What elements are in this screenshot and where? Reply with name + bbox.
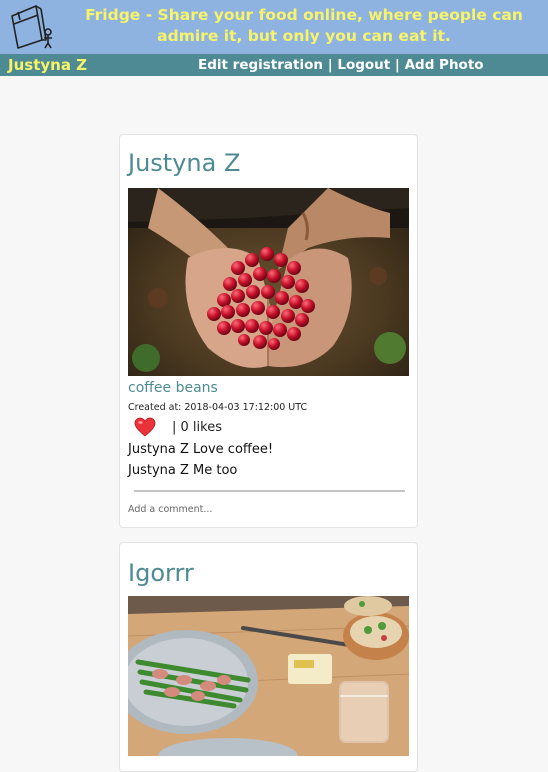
logout-link[interactable]: Logout <box>337 57 390 73</box>
post-photo[interactable] <box>128 188 409 376</box>
nav-separator: | <box>323 57 338 73</box>
likes-row: | 0 likes <box>134 417 222 437</box>
comment-divider <box>134 490 405 492</box>
heart-icon[interactable] <box>134 417 156 437</box>
comment-item: Justyna Z Love coffee! <box>128 442 274 457</box>
post-card: Igorrr <box>119 542 418 772</box>
nav-separator: | <box>390 57 405 73</box>
photo-caption-link[interactable]: coffee beans <box>128 380 218 396</box>
post-author[interactable]: Igorrr <box>128 559 194 587</box>
comment-item: Justyna Z Me too <box>128 463 238 478</box>
site-header: Fridge - Share your food online, where p… <box>0 0 548 54</box>
add-comment-input[interactable] <box>128 500 398 518</box>
likes-count: | 0 likes <box>172 419 222 435</box>
current-user-link[interactable]: Justyna Z <box>8 56 87 74</box>
fridge-icon[interactable] <box>8 2 60 50</box>
edit-registration-link[interactable]: Edit registration <box>198 57 323 73</box>
top-navbar: Justyna Z Edit registration | Logout | A… <box>0 54 548 76</box>
nav-links: Edit registration | Logout | Add Photo <box>198 57 484 73</box>
post-photo[interactable] <box>128 596 409 756</box>
post-author[interactable]: Justyna Z <box>128 149 240 177</box>
post-card: Justyna Z coffee beans Created at: 2018-… <box>119 134 418 528</box>
created-at: Created at: 2018-04-03 17:12:00 UTC <box>128 402 308 413</box>
add-photo-link[interactable]: Add Photo <box>405 57 484 73</box>
site-tagline: Fridge - Share your food online, where p… <box>85 6 523 45</box>
